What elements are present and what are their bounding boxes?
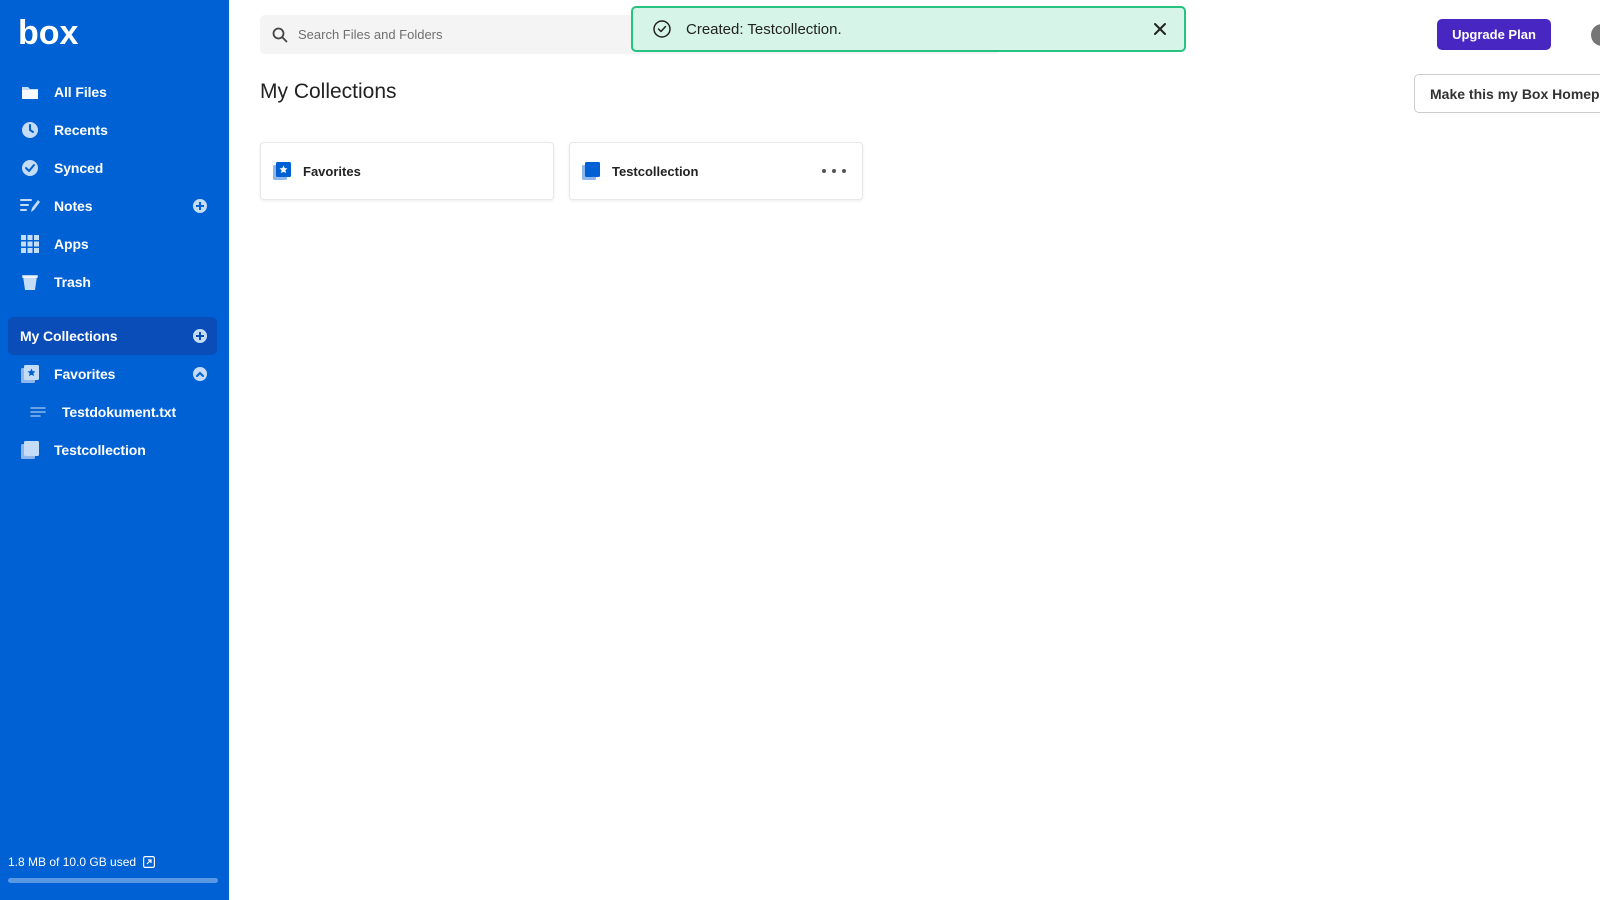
sidebar-item-recents[interactable]: Recents [8,111,217,149]
collections-grid: Favorites Testcollection [260,142,863,200]
sidebar: box All Files Recents Synced Notes Apps … [0,0,229,900]
sidebar-nav: All Files Recents Synced Notes Apps Tras… [8,73,217,469]
text-file-icon [28,402,48,422]
sidebar-item-synced[interactable]: Synced [8,149,217,187]
box-logo-icon: box [18,16,79,50]
favorites-collection-icon [20,364,40,384]
collection-icon [582,162,600,180]
sidebar-item-testcollection[interactable]: Testcollection [8,431,217,469]
check-circle-icon [20,158,40,178]
toast-message: Created: Testcollection. [686,20,842,38]
search-icon [272,27,288,43]
sidebar-item-label: Synced [54,160,104,176]
sidebar-item-label: Trash [54,274,91,290]
sidebar-item-label: Favorites [54,366,116,382]
storage-text: 1.8 MB of 10.0 GB used [8,855,137,869]
sidebar-item-trash[interactable]: Trash [8,263,217,301]
notes-icon [20,196,40,216]
collection-icon [20,440,40,460]
chevron-up-icon[interactable] [192,366,208,382]
page-title: My Collections [260,80,397,103]
grid-icon [20,234,40,254]
box-logo[interactable]: box [18,16,80,50]
sidebar-item-all-files[interactable]: All Files [8,73,217,111]
make-homepage-button[interactable]: Make this my Box Homepage [1414,74,1600,113]
sidebar-item-apps[interactable]: Apps [8,225,217,263]
sidebar-item-notes[interactable]: Notes [8,187,217,225]
collection-card-label: Testcollection [612,163,699,179]
avatar[interactable] [1591,24,1600,46]
upgrade-plan-button[interactable]: Upgrade Plan [1437,19,1551,50]
clock-icon [20,120,40,140]
sidebar-item-testdokument[interactable]: Testdokument.txt [8,393,217,431]
storage-progress-bar [8,878,218,883]
collection-card-testcollection[interactable]: Testcollection [569,142,863,200]
svg-text:box: box [18,16,79,50]
sidebar-item-label: All Files [54,84,107,100]
sidebar-item-label: Recents [54,122,108,138]
sidebar-item-label: Testdokument.txt [62,404,177,420]
check-circle-icon [652,19,672,39]
search-input[interactable] [298,27,598,42]
more-options-icon[interactable] [822,161,846,181]
trash-icon [20,272,40,292]
folder-icon [20,82,40,102]
sidebar-item-label: Testcollection [54,442,146,458]
collection-card-label: Favorites [303,163,361,179]
sidebar-item-my-collections[interactable]: My Collections [8,317,217,355]
external-link-icon[interactable] [143,856,156,869]
sidebar-item-favorites[interactable]: Favorites [8,355,217,393]
sidebar-item-label: Apps [54,236,89,252]
sidebar-divider [8,301,217,317]
sidebar-item-label: My Collections [20,328,118,344]
collection-card-favorites[interactable]: Favorites [260,142,554,200]
sidebar-item-label: Notes [54,198,93,214]
storage-usage: 1.8 MB of 10.0 GB used [8,855,156,869]
close-icon[interactable] [1152,21,1168,37]
add-note-icon[interactable] [192,198,208,214]
favorites-collection-icon [273,162,291,180]
notification-toast: Created: Testcollection. [631,6,1186,52]
add-collection-icon[interactable] [192,328,208,344]
